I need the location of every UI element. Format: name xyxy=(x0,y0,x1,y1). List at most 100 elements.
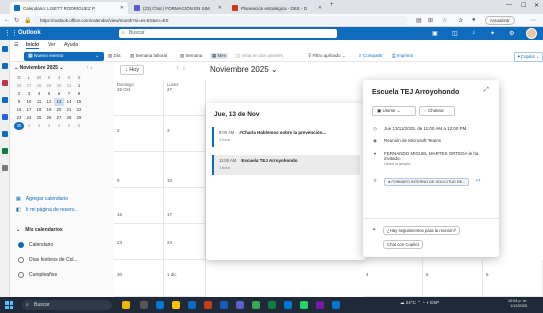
mini-day[interactable]: 20 xyxy=(54,106,64,114)
day-cell[interactable]: 16 xyxy=(114,188,164,224)
mini-day[interactable]: 5 xyxy=(64,122,74,130)
tab-ver[interactable]: Ver xyxy=(48,42,56,48)
day-cell[interactable]: 30 xyxy=(114,260,164,297)
browser-tab-chat[interactable]: (23) Chat | FORMACIÓN EN SIM ✕ xyxy=(130,2,226,14)
mini-day[interactable]: 2 xyxy=(34,122,44,130)
app-launcher-icon[interactable]: ⋮⋮ xyxy=(4,29,18,37)
event-item-selected[interactable]: 11:00 AM Escuela TEJ Arroyohondo 1 hora xyxy=(212,155,360,175)
close-tab-icon[interactable]: ✕ xyxy=(218,5,222,11)
day-cell[interactable]: 5 xyxy=(423,260,483,297)
mini-day[interactable]: 6 xyxy=(74,122,84,130)
mini-day[interactable]: 14 xyxy=(64,98,74,106)
hamburger-icon[interactable]: ☰ xyxy=(14,42,18,48)
mini-day[interactable]: 24 xyxy=(24,114,34,122)
excel-icon[interactable] xyxy=(268,301,276,309)
mini-day[interactable]: 3 xyxy=(44,122,54,130)
copilot-button[interactable]: ✦Copilot ⌄ xyxy=(514,52,543,62)
mini-day[interactable]: 17 xyxy=(24,106,34,114)
mini-day[interactable]: 6 xyxy=(54,90,64,98)
mini-day[interactable]: 8 xyxy=(74,90,84,98)
mini-day[interactable]: 25 xyxy=(34,114,44,122)
mini-day[interactable]: 1 xyxy=(74,82,84,90)
mini-day[interactable]: 22 xyxy=(74,106,84,114)
teams-call-icon[interactable]: ▣ xyxy=(432,30,438,37)
next-month-icon[interactable]: ↓ xyxy=(90,65,93,71)
profile-icon[interactable]: ● xyxy=(472,17,476,23)
mini-day[interactable]: 30 xyxy=(54,82,64,90)
close-tab-icon[interactable]: ✕ xyxy=(120,5,124,11)
language-indicator[interactable]: ESP xyxy=(430,300,439,305)
mini-day[interactable]: 1 xyxy=(24,122,34,130)
next-icon[interactable]: ↓ xyxy=(182,66,185,72)
view-month-button[interactable]: ▦ Mes xyxy=(210,53,229,59)
month-title[interactable]: Noviembre 2025 ⌄ xyxy=(210,65,278,74)
mini-day[interactable]: 31 xyxy=(64,82,74,90)
day-cell[interactable]: 9 xyxy=(114,152,164,188)
minimize-icon[interactable]: — xyxy=(506,2,512,8)
app-icon[interactable] xyxy=(332,301,340,309)
mini-day[interactable]: 26 xyxy=(44,114,54,122)
mini-day[interactable]: 7 xyxy=(64,90,74,98)
day-cell[interactable]: 1 dic xyxy=(164,260,206,297)
close-window-icon[interactable]: ✕ xyxy=(534,2,539,9)
task-view-icon[interactable] xyxy=(140,301,148,309)
weather-temp[interactable]: 24°C xyxy=(406,300,416,305)
mini-day[interactable]: 3 xyxy=(24,90,34,98)
widgets-icon[interactable] xyxy=(122,301,130,309)
new-tab-button[interactable]: + xyxy=(330,2,334,8)
update-button[interactable]: Actualizar xyxy=(485,16,515,25)
add-calendar-link[interactable]: ▦ Agregar calendario xyxy=(16,196,68,202)
favorites-icon[interactable]: ✰ xyxy=(458,17,463,24)
booking-page-link[interactable]: ◧ Ir mi página de reserv... xyxy=(16,207,78,213)
close-tab-icon[interactable]: ✕ xyxy=(318,5,322,11)
people-icon[interactable] xyxy=(2,80,8,86)
teams-icon[interactable] xyxy=(236,301,244,309)
onenote-icon[interactable] xyxy=(316,301,324,309)
todo-icon[interactable] xyxy=(2,114,8,120)
mini-day[interactable]: 29 xyxy=(74,114,84,122)
expand-icon[interactable]: ⤢ xyxy=(484,87,489,94)
calendar-item-calendario[interactable]: Calendario xyxy=(18,242,53,248)
edge-icon[interactable] xyxy=(156,301,164,309)
day-cell[interactable]: 2 xyxy=(114,116,164,152)
settings-gear-icon[interactable]: ⚙ xyxy=(509,30,514,37)
filter-button[interactable]: ⊽ Filtro aplicado ⌄ xyxy=(308,53,346,59)
calendar-item-festivos[interactable]: Días festivos de Col... xyxy=(18,257,78,263)
mini-day[interactable]: 15 xyxy=(74,98,84,106)
store-icon[interactable] xyxy=(284,301,292,309)
file-explorer-icon[interactable] xyxy=(172,301,180,309)
day-cell[interactable]: 6 xyxy=(483,260,543,297)
today-button[interactable]: ↓ Hoy xyxy=(120,65,145,75)
copilot-chat-button[interactable]: Chat con Copilot xyxy=(383,240,423,249)
mini-day[interactable]: 29 xyxy=(44,82,54,90)
files-icon[interactable] xyxy=(2,131,8,137)
mini-day[interactable]: 10 xyxy=(24,98,34,106)
circle-icon[interactable] xyxy=(18,272,24,278)
start-button[interactable] xyxy=(5,301,13,309)
browser-tab-calendar[interactable]: Calendario: LISETT RODRIGUEZ P ✕ xyxy=(10,2,128,14)
join-button[interactable]: ▣ Unirse ⌄ xyxy=(372,106,416,116)
powerpoint-icon[interactable] xyxy=(204,301,212,309)
attendee-chip[interactable]: ● FORMATO INTERNO DE SOLICITUD DE... xyxy=(384,178,470,186)
view-work-week-button[interactable]: ▥ Semana laboral xyxy=(130,53,167,59)
search-input[interactable]: ⌕ Buscar xyxy=(119,29,337,38)
day-cell[interactable]: 23 xyxy=(114,224,164,260)
mini-day-selected[interactable]: 13 xyxy=(54,98,64,106)
outlook-icon[interactable] xyxy=(188,301,196,309)
day-cell[interactable]: Lunes 27 xyxy=(164,80,206,116)
word-icon[interactable] xyxy=(220,301,228,309)
chevron-down-icon[interactable]: ⌄ xyxy=(95,52,99,61)
my-day-icon[interactable]: ◫ xyxy=(452,30,458,37)
day-cell[interactable]: 4 xyxy=(363,260,423,297)
mini-day[interactable]: 21 xyxy=(64,106,74,114)
view-day-button[interactable]: ▥ Día xyxy=(108,53,121,59)
chrome-icon[interactable] xyxy=(252,301,260,309)
day-cell[interactable]: Domingo 26 Oct xyxy=(114,80,164,116)
browser-tab-planeacion[interactable]: Planeación estratégica - DEE - D ✕ xyxy=(228,2,326,14)
mini-day-today[interactable]: 30 xyxy=(14,122,24,130)
refresh-icon[interactable]: ↻ xyxy=(14,17,19,24)
tab-inicio[interactable]: Inicio xyxy=(26,42,40,49)
mail-icon[interactable] xyxy=(2,46,8,52)
mini-day[interactable]: 2 xyxy=(14,90,24,98)
avatar[interactable] xyxy=(526,28,537,39)
